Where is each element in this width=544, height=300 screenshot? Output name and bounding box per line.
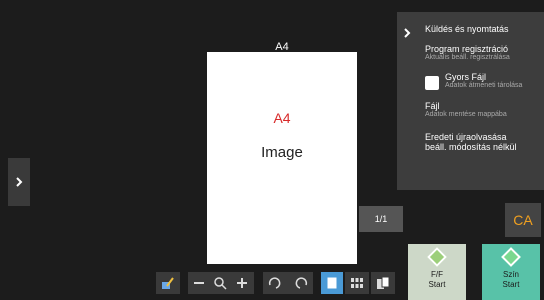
start-icon	[501, 247, 521, 267]
chevron-right-icon	[404, 28, 411, 38]
item-subtext: Aktuális beáll. regisztrálása	[425, 54, 510, 61]
action-panel: Küldés és nyomtatás Program regisztráció…	[397, 12, 544, 190]
start-label: Start	[502, 280, 520, 289]
color-start-button[interactable]: Szín Start	[482, 244, 540, 300]
clear-all-button[interactable]: CA	[505, 203, 541, 237]
send-and-print-item[interactable]: Küldés és nyomtatás	[425, 24, 509, 34]
thumbnail-view-button[interactable]	[345, 272, 369, 294]
page-content-text: Image	[261, 144, 303, 161]
file-item[interactable]: Fájl Adatok mentése mappába	[425, 101, 507, 118]
start-mode-label: Szín	[502, 270, 519, 279]
collapse-panel-button[interactable]	[397, 22, 417, 44]
zoom-icons	[194, 277, 247, 290]
item-heading-line2: beáll. módosítás nélkül	[425, 142, 517, 152]
start-label: Start	[428, 280, 446, 289]
chevron-right-icon	[16, 177, 23, 187]
rotate-controls[interactable]	[263, 272, 313, 294]
item-subtext: Adatok mentése mappába	[425, 111, 507, 118]
start-mode-label: F/F	[431, 270, 443, 279]
rotate-icons	[268, 277, 308, 289]
page-counter: 1/1	[359, 206, 403, 232]
preview-page[interactable]: A4 Image	[207, 52, 357, 264]
page-icon	[327, 277, 337, 289]
pencil-icon	[162, 277, 174, 289]
rescan-original-item[interactable]: Eredeti újraolvasása beáll. módosítás né…	[425, 132, 517, 152]
item-heading: Program regisztráció	[425, 44, 509, 54]
quick-file-checkbox[interactable]	[425, 76, 439, 90]
item-heading: Eredeti újraolvasása	[425, 132, 507, 142]
multi-page-view-button[interactable]	[371, 272, 395, 294]
single-page-view-button[interactable]	[321, 272, 343, 294]
bw-start-button[interactable]: F/F Start	[408, 244, 466, 300]
expand-left-panel-button[interactable]	[8, 158, 30, 206]
quick-file-item[interactable]: Gyors Fájl Adatok átmeneti tárolása	[445, 72, 522, 89]
edit-button[interactable]	[156, 272, 180, 294]
item-heading: Fájl	[425, 101, 440, 111]
page-size-text: A4	[273, 110, 291, 126]
item-heading: Gyors Fájl	[445, 72, 487, 82]
pages-icon	[377, 277, 389, 289]
item-subtext: Adatok átmeneti tárolása	[445, 82, 523, 89]
zoom-controls	[188, 272, 254, 294]
grid-icon	[351, 278, 363, 288]
program-registration-item[interactable]: Program regisztráció Aktuális beáll. reg…	[425, 44, 510, 61]
start-icon	[427, 247, 447, 267]
